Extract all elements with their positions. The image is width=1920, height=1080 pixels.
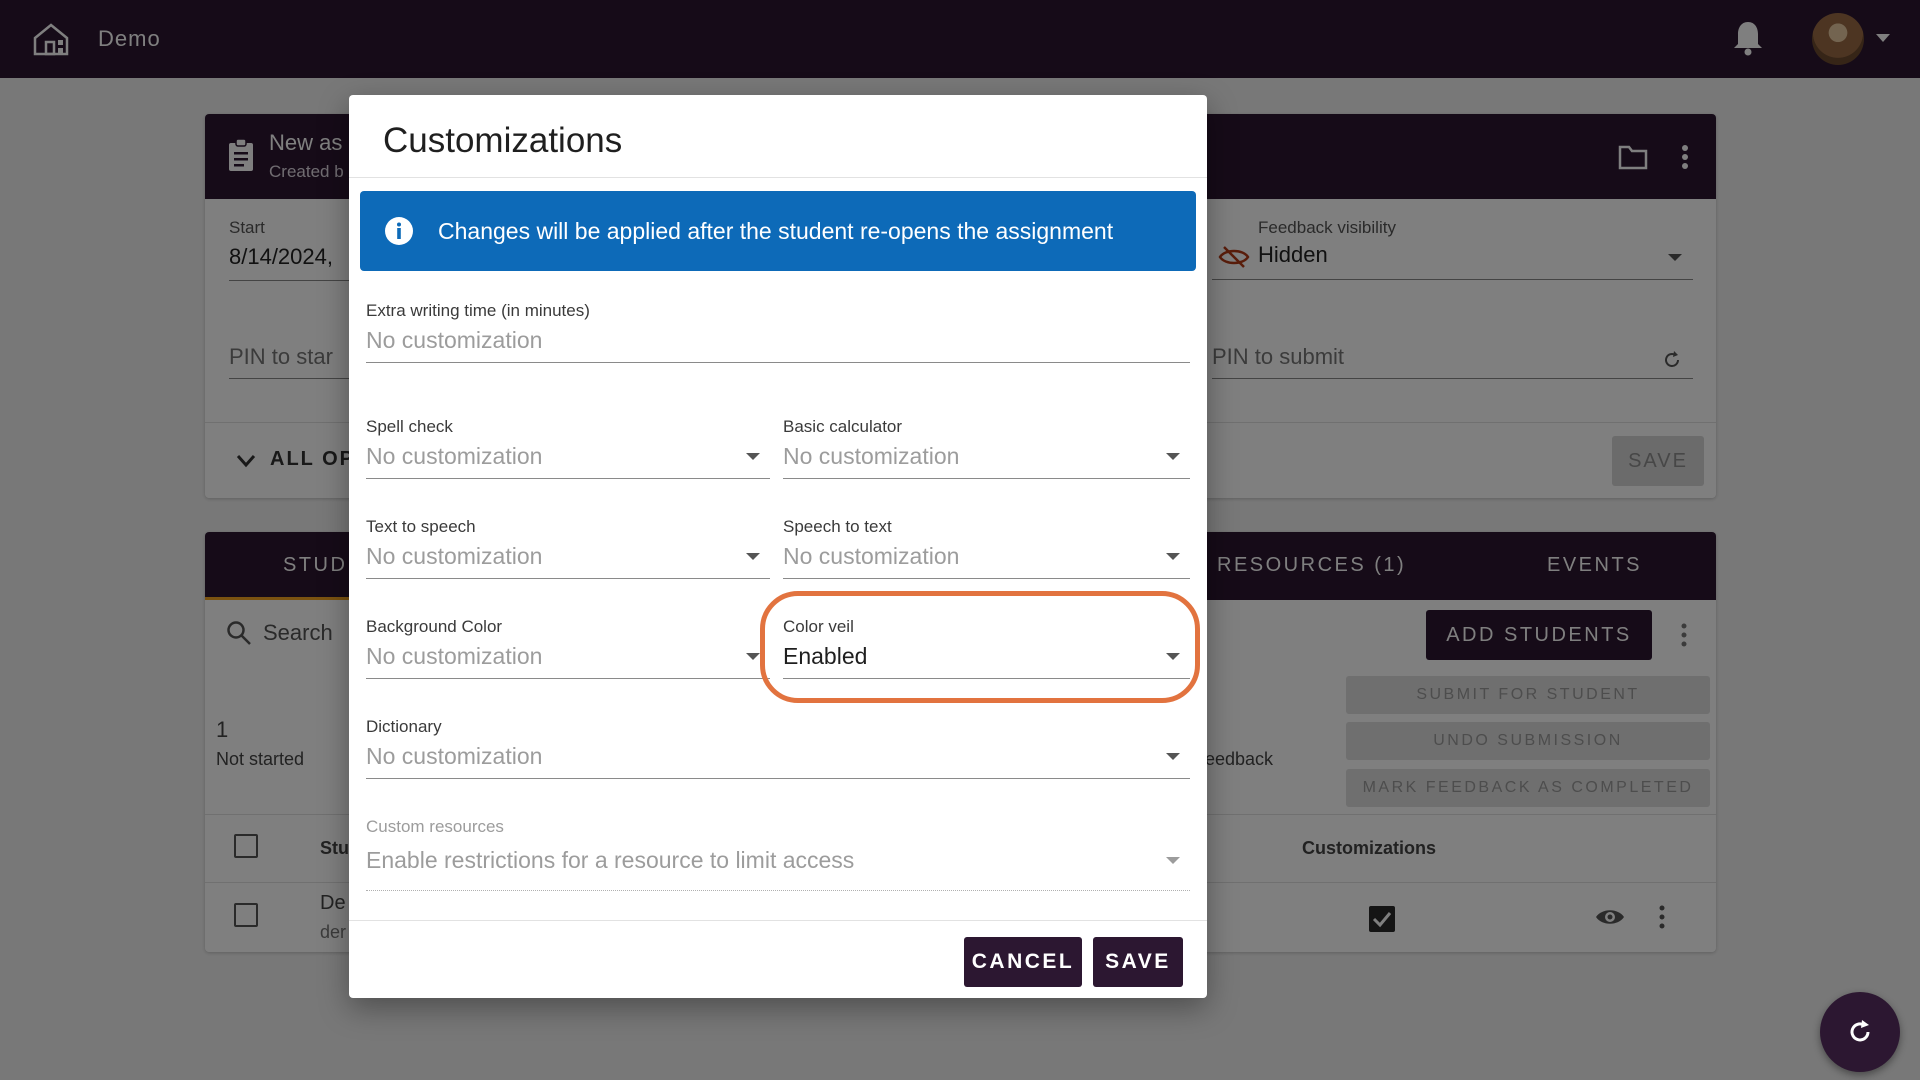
dictionary-select[interactable]: Dictionary No customization: [366, 717, 1190, 779]
text-to-speech-label: Text to speech: [366, 517, 476, 536]
info-icon: [385, 217, 413, 245]
speech-to-text-label: Speech to text: [783, 517, 892, 536]
dropdown-arrow-icon: [746, 653, 760, 660]
dialog-header-divider: [349, 177, 1207, 178]
custom-resources-underline: [366, 890, 1190, 891]
custom-resources-label: Custom resources: [366, 817, 504, 836]
background-color-value: No customization: [366, 643, 543, 669]
dropdown-arrow-icon: [1166, 453, 1180, 460]
spell-check-underline: [366, 478, 770, 479]
extra-writing-time-field[interactable]: Extra writing time (in minutes) No custo…: [366, 301, 1190, 363]
refresh-icon: [1850, 1020, 1870, 1042]
color-veil-highlight-annotation: [760, 591, 1200, 703]
background-color-underline: [366, 678, 770, 679]
custom-resources-select[interactable]: Custom resources Enable restrictions for…: [366, 817, 1190, 891]
basic-calculator-select[interactable]: Basic calculator No customization: [783, 417, 1190, 479]
speech-to-text-value: No customization: [783, 543, 960, 569]
extra-writing-time-input[interactable]: No customization: [366, 327, 542, 354]
text-to-speech-select[interactable]: Text to speech No customization: [366, 517, 770, 579]
spell-check-select[interactable]: Spell check No customization: [366, 417, 770, 479]
speech-to-text-underline: [783, 578, 1190, 579]
dialog-title: Customizations: [383, 121, 623, 160]
spell-check-value: No customization: [366, 443, 543, 469]
dropdown-arrow-icon: [746, 553, 760, 560]
dropdown-arrow-icon: [1166, 753, 1180, 760]
basic-calculator-value: No customization: [783, 443, 960, 469]
basic-calculator-underline: [783, 478, 1190, 479]
dropdown-arrow-icon: [1166, 857, 1180, 864]
cancel-button[interactable]: CANCEL: [964, 937, 1082, 987]
dialog-footer-divider: [349, 920, 1207, 921]
customizations-dialog: Customizations Changes will be applied a…: [349, 95, 1207, 998]
extra-writing-time-label: Extra writing time (in minutes): [366, 301, 590, 320]
extra-writing-time-underline: [366, 362, 1190, 363]
background-color-label: Background Color: [366, 617, 503, 636]
save-button[interactable]: SAVE: [1093, 937, 1183, 987]
dropdown-arrow-icon: [1166, 553, 1180, 560]
text-to-speech-underline: [366, 578, 770, 579]
info-banner: Changes will be applied after the studen…: [360, 191, 1196, 271]
dictionary-label: Dictionary: [366, 717, 442, 736]
dictionary-value: No customization: [366, 743, 543, 769]
speech-to-text-select[interactable]: Speech to text No customization: [783, 517, 1190, 579]
basic-calculator-label: Basic calculator: [783, 417, 903, 436]
dictionary-underline: [366, 778, 1190, 779]
text-to-speech-value: No customization: [366, 543, 543, 569]
info-message: Changes will be applied after the studen…: [438, 217, 1114, 244]
custom-resources-value: Enable restrictions for a resource to li…: [366, 847, 855, 873]
spell-check-label: Spell check: [366, 417, 453, 436]
refresh-fab-button[interactable]: [1820, 992, 1900, 1072]
background-color-select[interactable]: Background Color No customization: [366, 617, 770, 679]
dropdown-arrow-icon: [746, 453, 760, 460]
